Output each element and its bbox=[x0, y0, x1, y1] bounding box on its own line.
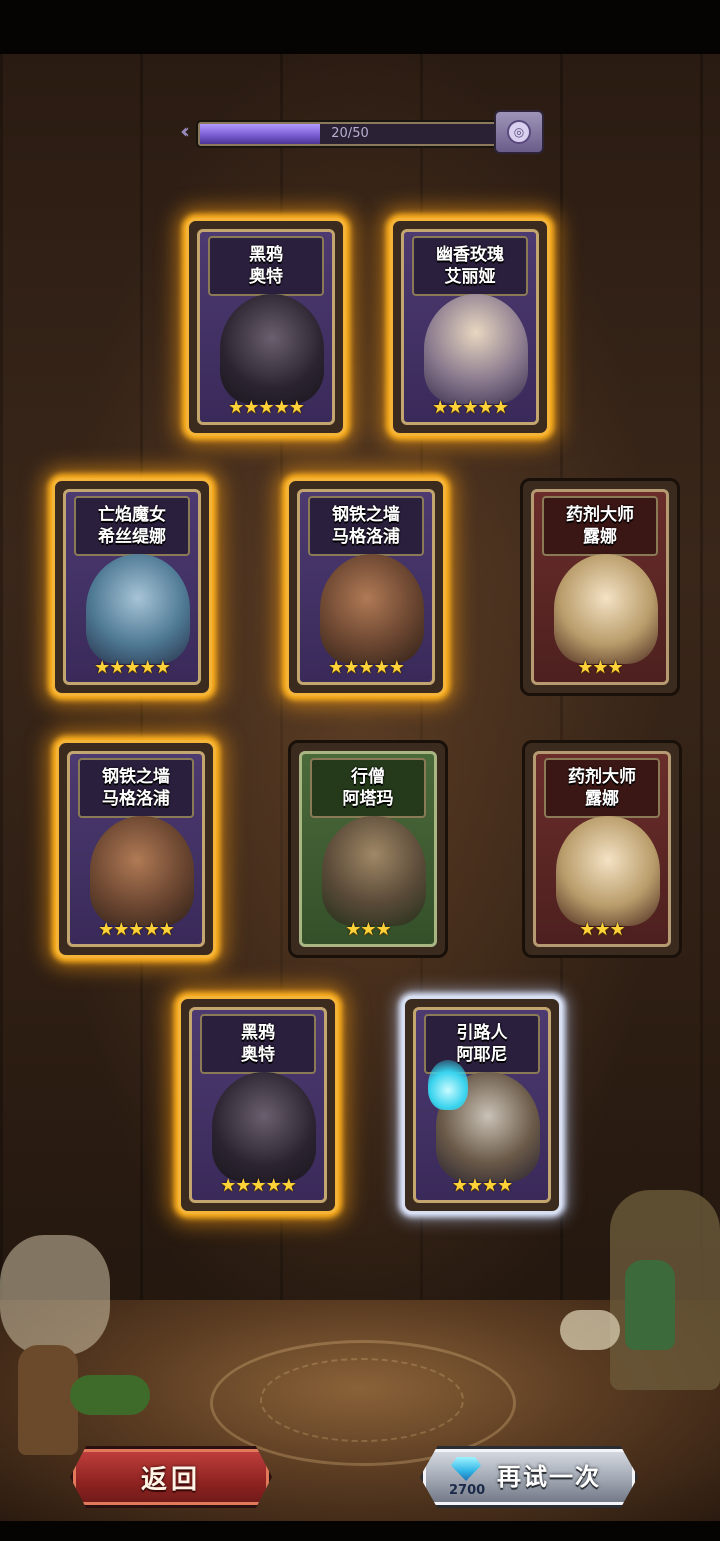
status-bar bbox=[0, 0, 720, 54]
hero-title: 行僧 bbox=[351, 767, 385, 787]
navigation-bar bbox=[0, 1521, 720, 1541]
card-name-plate: 幽香玫瑰 艾丽娅 bbox=[412, 236, 528, 296]
card-name-plate: 钢铁之墙 马格洛浦 bbox=[78, 758, 194, 818]
card-name-plate: 药剂大师 露娜 bbox=[544, 758, 660, 818]
hero-title: 引路人 bbox=[456, 1023, 508, 1043]
hero-name: 阿塔玛 bbox=[342, 789, 394, 809]
star-rating: ★★★★★ bbox=[432, 397, 509, 418]
card-name-plate: 药剂大师 露娜 bbox=[542, 496, 658, 556]
star-rating: ★★★ bbox=[579, 919, 625, 940]
star-rating: ★★★★★ bbox=[220, 1175, 297, 1196]
card-frame: 引路人 阿耶尼 ★★★★ bbox=[413, 1007, 551, 1203]
hero-card[interactable]: 引路人 阿耶尼 ★★★★ bbox=[402, 996, 562, 1214]
chest-emblem-icon: ◎ bbox=[507, 120, 531, 144]
hero-title: 亡焰魔女 bbox=[98, 505, 166, 525]
star-rating: ★★★★ bbox=[451, 1175, 514, 1196]
star-rating: ★★★ bbox=[345, 919, 391, 940]
flame-witch-portrait bbox=[86, 554, 190, 664]
hero-name: 露娜 bbox=[583, 527, 617, 547]
star-rating: ★★★ bbox=[577, 657, 623, 678]
hero-card[interactable]: 黑鸦 奥特 ★★★★★ bbox=[178, 996, 338, 1214]
hero-title: 黑鸦 bbox=[249, 245, 283, 265]
hero-title: 幽香玫瑰 bbox=[436, 245, 504, 265]
retry-button-label: 再试一次 bbox=[497, 1463, 601, 1491]
card-name-plate: 钢铁之墙 马格洛浦 bbox=[308, 496, 424, 556]
summon-progress: ‹‹ 20/50 bbox=[180, 118, 510, 146]
card-name-plate: 亡焰魔女 希丝缇娜 bbox=[74, 496, 190, 556]
hero-name: 阿耶尼 bbox=[456, 1045, 508, 1065]
retry-cost: 2700 bbox=[449, 1483, 486, 1498]
candle-wax-decoration bbox=[0, 1235, 110, 1355]
card-frame: 亡焰魔女 希丝缇娜 ★★★★★ bbox=[63, 489, 201, 685]
alchemist-portrait bbox=[554, 554, 658, 664]
hero-title: 黑鸦 bbox=[241, 1023, 275, 1043]
plague-doctor-portrait bbox=[220, 294, 324, 404]
double-chevron-left-icon: ‹‹ bbox=[180, 119, 190, 143]
hero-title: 药剂大师 bbox=[566, 505, 634, 525]
hero-card[interactable]: 黑鸦 奥特 ★★★★★ bbox=[186, 218, 346, 436]
blue-flame-icon bbox=[428, 1060, 468, 1110]
potion-bottle-decoration bbox=[625, 1260, 675, 1350]
card-frame: 药剂大师 露娜 ★★★ bbox=[531, 489, 669, 685]
progress-label: 20/50 bbox=[331, 126, 369, 141]
card-frame: 幽香玫瑰 艾丽娅 ★★★★★ bbox=[401, 229, 539, 425]
back-button-label: 返回 bbox=[140, 1464, 201, 1495]
hero-name: 马格洛浦 bbox=[102, 789, 170, 809]
hero-card[interactable]: 药剂大师 露娜 ★★★ bbox=[520, 478, 680, 696]
reward-chest-icon[interactable]: ◎ bbox=[494, 110, 544, 154]
progress-track: 20/50 bbox=[198, 122, 502, 146]
hero-name: 希丝缇娜 bbox=[98, 527, 166, 547]
star-rating: ★★★★★ bbox=[94, 657, 171, 678]
card-frame: 药剂大师 露娜 ★★★ bbox=[533, 751, 671, 947]
back-button[interactable]: 返回 bbox=[70, 1446, 272, 1508]
hero-name: 奥特 bbox=[241, 1045, 275, 1065]
steel-warrior-portrait bbox=[320, 554, 424, 664]
card-frame: 行僧 阿塔玛 ★★★ bbox=[299, 751, 437, 947]
star-rating: ★★★★★ bbox=[98, 919, 175, 940]
hero-card[interactable]: 药剂大师 露娜 ★★★ bbox=[522, 740, 682, 958]
hero-name: 奥特 bbox=[249, 267, 283, 287]
star-rating: ★★★★★ bbox=[228, 397, 305, 418]
diamond-icon bbox=[451, 1457, 481, 1481]
candle-decoration bbox=[560, 1310, 620, 1350]
wandering-monk-portrait bbox=[322, 816, 426, 926]
plague-doctor-portrait bbox=[212, 1072, 316, 1182]
hero-title: 钢铁之墙 bbox=[102, 767, 170, 787]
card-frame: 黑鸦 奥特 ★★★★★ bbox=[197, 229, 335, 425]
hero-title: 药剂大师 bbox=[568, 767, 636, 787]
card-frame: 钢铁之墙 马格洛浦 ★★★★★ bbox=[297, 489, 435, 685]
star-rating: ★★★★★ bbox=[328, 657, 405, 678]
hero-card[interactable]: 钢铁之墙 马格洛浦 ★★★★★ bbox=[286, 478, 446, 696]
hero-name: 马格洛浦 bbox=[332, 527, 400, 547]
steel-warrior-portrait bbox=[90, 816, 194, 926]
card-name-plate: 行僧 阿塔玛 bbox=[310, 758, 426, 818]
card-frame: 黑鸦 奥特 ★★★★★ bbox=[189, 1007, 327, 1203]
alchemist-portrait bbox=[556, 816, 660, 926]
hero-card[interactable]: 亡焰魔女 希丝缇娜 ★★★★★ bbox=[52, 478, 212, 696]
hero-name: 艾丽娅 bbox=[444, 267, 496, 287]
green-bottle-decoration bbox=[70, 1375, 150, 1415]
rose-knight-portrait bbox=[424, 294, 528, 404]
card-name-plate: 黑鸦 奥特 bbox=[200, 1014, 316, 1074]
card-frame: 钢铁之墙 马格洛浦 ★★★★★ bbox=[67, 751, 205, 947]
bottle-decoration bbox=[18, 1345, 78, 1455]
card-name-plate: 黑鸦 奥特 bbox=[208, 236, 324, 296]
retry-button[interactable]: 2700 再试一次 bbox=[420, 1446, 638, 1508]
hero-card[interactable]: 幽香玫瑰 艾丽娅 ★★★★★ bbox=[390, 218, 550, 436]
table-rune-inner bbox=[260, 1358, 464, 1442]
hero-card[interactable]: 钢铁之墙 马格洛浦 ★★★★★ bbox=[56, 740, 216, 958]
hero-card[interactable]: 行僧 阿塔玛 ★★★ bbox=[288, 740, 448, 958]
hero-title: 钢铁之墙 bbox=[332, 505, 400, 525]
hero-name: 露娜 bbox=[585, 789, 619, 809]
